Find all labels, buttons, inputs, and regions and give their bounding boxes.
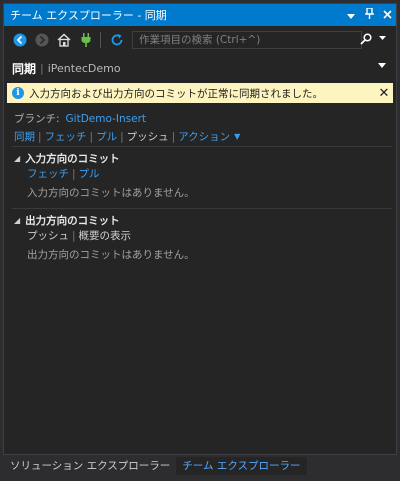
search-options-chevron-icon[interactable] bbox=[379, 33, 386, 43]
info-icon: i bbox=[12, 87, 24, 99]
divider bbox=[12, 208, 392, 209]
incoming-section-header[interactable]: ◢ 入力方向のコミット bbox=[14, 151, 120, 166]
link-separator: | bbox=[72, 167, 76, 180]
close-icon[interactable] bbox=[378, 9, 396, 22]
chevron-down-icon[interactable] bbox=[342, 9, 360, 22]
incoming-fetch-link[interactable]: フェッチ bbox=[27, 166, 69, 181]
action-separator: | bbox=[120, 130, 124, 143]
actions-menu[interactable]: アクション bbox=[178, 129, 230, 144]
back-icon[interactable] bbox=[10, 30, 30, 50]
outgoing-empty-message: 出力方向のコミットはありません。 bbox=[27, 249, 195, 261]
outgoing-title: 出力方向のコミット bbox=[25, 215, 120, 227]
tab-team-explorer[interactable]: チーム エクスプローラー bbox=[176, 457, 307, 475]
collapse-triangle-icon[interactable]: ◢ bbox=[14, 154, 20, 163]
actions-chevron-down-icon[interactable]: ▼ bbox=[234, 132, 240, 141]
pin-icon[interactable] bbox=[360, 7, 378, 22]
push-link[interactable]: プッシュ bbox=[127, 129, 169, 144]
home-icon[interactable] bbox=[54, 30, 74, 50]
window-title: チーム エクスプローラー - 同期 bbox=[10, 9, 167, 22]
branch-link[interactable]: GitDemo-Insert bbox=[66, 113, 146, 125]
action-separator: | bbox=[38, 130, 42, 143]
fetch-link[interactable]: フェッチ bbox=[45, 129, 87, 144]
page-title: 同期 bbox=[12, 61, 37, 76]
header-divider: | bbox=[40, 61, 44, 75]
page-header: 同期 | iPentecDemo bbox=[4, 56, 396, 80]
team-explorer-window: チーム エクスプローラー - 同期 作業項目の検索 (Ctrl+^) 同期 | … bbox=[3, 3, 397, 455]
incoming-pull-link[interactable]: プル bbox=[79, 166, 100, 181]
link-separator: | bbox=[72, 229, 76, 242]
connect-icon[interactable] bbox=[76, 30, 96, 50]
pull-link[interactable]: プル bbox=[96, 129, 117, 144]
forward-icon[interactable] bbox=[32, 30, 52, 50]
outgoing-links: プッシュ | 概要の表示 bbox=[27, 228, 131, 243]
action-separator: | bbox=[89, 130, 94, 143]
refresh-icon[interactable] bbox=[107, 30, 127, 50]
outgoing-section-header[interactable]: ◢ 出力方向のコミット bbox=[14, 213, 120, 228]
page-menu-chevron-icon[interactable] bbox=[378, 61, 386, 71]
incoming-title: 入力方向のコミット bbox=[25, 153, 120, 165]
collapse-triangle-icon[interactable]: ◢ bbox=[14, 216, 20, 225]
search-icon[interactable] bbox=[360, 33, 372, 48]
bottom-tab-strip: ソリューション エクスプローラー チーム エクスプローラー bbox=[4, 457, 307, 475]
tab-solution-explorer[interactable]: ソリューション エクスプローラー bbox=[4, 457, 177, 475]
info-close-icon[interactable]: ✕ bbox=[375, 86, 393, 101]
branch-row: ブランチ: GitDemo-Insert bbox=[14, 111, 146, 126]
info-bar: i 入力方向および出力方向のコミットが正常に同期されました。 ✕ bbox=[7, 83, 393, 103]
info-message: 入力方向および出力方向のコミットが正常に同期されました。 bbox=[29, 87, 323, 100]
repository-name: iPentecDemo bbox=[47, 61, 121, 75]
outgoing-push-link[interactable]: プッシュ bbox=[27, 228, 69, 243]
search-input[interactable]: 作業項目の検索 (Ctrl+^) bbox=[132, 31, 362, 49]
incoming-links: フェッチ | プル bbox=[27, 166, 100, 181]
sync-link[interactable]: 同期 bbox=[14, 129, 35, 144]
title-bar: チーム エクスプローラー - 同期 bbox=[4, 4, 396, 26]
incoming-empty-message: 入力方向のコミットはありません。 bbox=[27, 187, 195, 199]
divider bbox=[12, 146, 392, 147]
toolbar-separator bbox=[100, 32, 101, 48]
action-separator: | bbox=[171, 130, 176, 143]
branch-label: ブランチ: bbox=[14, 113, 60, 125]
view-summary-link[interactable]: 概要の表示 bbox=[79, 228, 132, 243]
toolbar: 作業項目の検索 (Ctrl+^) bbox=[4, 28, 396, 52]
actions-row: 同期 | フェッチ | プル | プッシュ | アクション ▼ bbox=[14, 129, 240, 144]
